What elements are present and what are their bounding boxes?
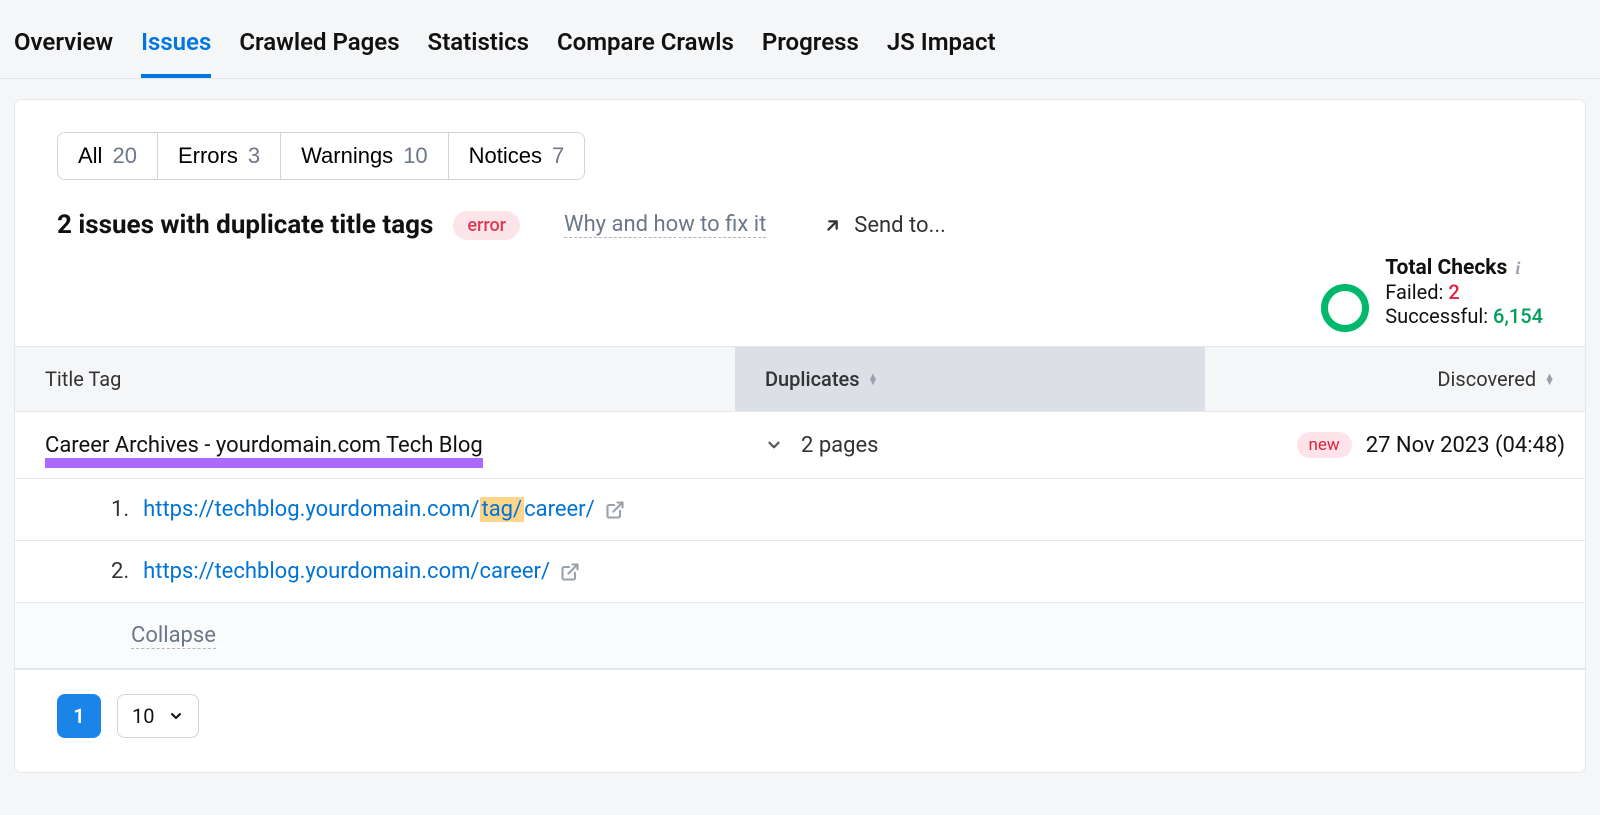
item-number: 1. <box>111 497 129 522</box>
title-tag-value: Career Archives - yourdomain.com Tech Bl… <box>45 433 483 458</box>
duplicates-value: 2 pages <box>801 433 879 458</box>
filter-warnings[interactable]: Warnings 10 <box>281 133 449 179</box>
filter-label: Warnings <box>301 143 393 169</box>
filter-notices[interactable]: Notices 7 <box>449 133 585 179</box>
checks-ring-icon <box>1321 284 1369 332</box>
list-item: 1. https://techblog.yourdomain.com/tag/c… <box>15 479 1585 541</box>
duplicate-urls-list: 1. https://techblog.yourdomain.com/tag/c… <box>15 479 1585 670</box>
pagination: 1 10 <box>15 670 1585 772</box>
filter-count: 3 <box>248 143 260 169</box>
discovered-value: 27 Nov 2023 (04:48) <box>1366 433 1565 458</box>
collapse-row: Collapse <box>15 603 1585 669</box>
filter-count: 7 <box>552 143 564 169</box>
filter-count: 10 <box>403 143 427 169</box>
page-size-value: 10 <box>132 704 154 728</box>
url-part: career/ <box>524 497 595 522</box>
duplicates-cell[interactable]: 2 pages <box>735 413 1205 478</box>
url-link[interactable]: https://techblog.yourdomain.com/career/ <box>143 559 550 584</box>
tab-statistics[interactable]: Statistics <box>428 18 529 78</box>
tab-issues[interactable]: Issues <box>141 18 211 78</box>
tab-overview[interactable]: Overview <box>14 18 113 78</box>
filter-label: All <box>78 143 102 169</box>
col-duplicates[interactable]: Duplicates ▲▼ <box>735 347 1205 411</box>
tab-progress[interactable]: Progress <box>762 18 859 78</box>
tab-js-impact[interactable]: JS Impact <box>887 18 996 78</box>
failed-label: Failed: <box>1385 280 1443 304</box>
filter-count: 20 <box>112 143 136 169</box>
successful-label: Successful: <box>1385 304 1488 328</box>
collapse-button[interactable]: Collapse <box>131 623 216 649</box>
url-highlight: tag/ <box>480 497 525 522</box>
severity-badge: error <box>453 211 520 240</box>
title-tag-text: Career Archives - yourdomain.com Tech Bl… <box>45 433 483 458</box>
failed-count: 2 <box>1448 280 1459 304</box>
total-checks-label: Total Checks <box>1385 256 1507 280</box>
list-item: 2. https://techblog.yourdomain.com/caree… <box>15 541 1585 603</box>
external-link-icon[interactable] <box>560 562 580 582</box>
current-page[interactable]: 1 <box>57 694 101 738</box>
filter-errors[interactable]: Errors 3 <box>158 133 281 179</box>
send-to-label: Send to... <box>854 213 946 238</box>
col-discovered[interactable]: Discovered ▲▼ <box>1205 347 1585 411</box>
tab-compare-crawls[interactable]: Compare Crawls <box>557 18 734 78</box>
share-icon <box>822 214 844 236</box>
total-checks: Total Checks i Failed: 2 Successful: 6,1… <box>15 250 1585 346</box>
new-badge: new <box>1297 432 1352 458</box>
filter-label: Notices <box>469 143 542 169</box>
issue-title: 2 issues with duplicate title tags <box>57 210 433 240</box>
sort-icon: ▲▼ <box>1544 374 1555 385</box>
table-header: Title Tag Duplicates ▲▼ Discovered ▲▼ <box>15 346 1585 412</box>
url-link[interactable]: https://techblog.yourdomain.com/tag/care… <box>143 497 595 522</box>
item-number: 2. <box>111 559 129 584</box>
topnav: Overview Issues Crawled Pages Statistics… <box>0 0 1600 79</box>
issue-header: 2 issues with duplicate title tags error… <box>15 180 1585 250</box>
col-label: Duplicates <box>765 367 860 391</box>
external-link-icon[interactable] <box>605 500 625 520</box>
col-title-tag[interactable]: Title Tag <box>15 347 735 411</box>
why-fix-link[interactable]: Why and how to fix it <box>564 212 766 238</box>
page-size-select[interactable]: 10 <box>117 694 199 738</box>
sort-icon: ▲▼ <box>868 374 879 385</box>
tab-crawled-pages[interactable]: Crawled Pages <box>239 18 399 78</box>
chevron-down-icon <box>168 708 184 724</box>
url-part: https://techblog.yourdomain.com/ <box>143 497 479 522</box>
successful-count: 6,154 <box>1493 304 1543 328</box>
chevron-down-icon <box>765 436 783 454</box>
table-row: Career Archives - yourdomain.com Tech Bl… <box>15 412 1585 479</box>
send-to-button[interactable]: Send to... <box>822 213 946 238</box>
info-icon[interactable]: i <box>1515 258 1520 279</box>
issues-card: All 20 Errors 3 Warnings 10 Notices 7 2 … <box>14 99 1586 773</box>
col-label: Discovered <box>1437 367 1536 391</box>
filter-label: Errors <box>178 143 238 169</box>
highlight-underline <box>45 458 483 468</box>
filter-all[interactable]: All 20 <box>58 133 158 179</box>
severity-filters: All 20 Errors 3 Warnings 10 Notices 7 <box>57 132 585 180</box>
